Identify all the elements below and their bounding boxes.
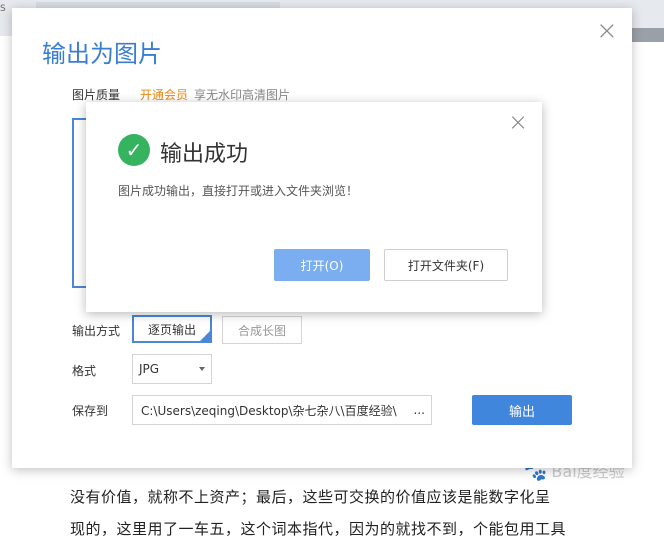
save-to-label: 保存到	[72, 404, 109, 418]
merge-long-image-option[interactable]: 合成长图	[222, 316, 302, 344]
close-icon[interactable]: ×	[596, 18, 618, 44]
output-method-label: 输出方式	[72, 324, 121, 338]
open-vip-link[interactable]: 开通会员	[140, 86, 188, 103]
document-text-line: 没有价值，就称不上资产；最后，这些可交换的价值应该是能数字化呈	[70, 488, 551, 506]
checkmark-icon: ✓	[201, 331, 209, 341]
dialog-title: 输出为图片	[42, 40, 162, 68]
image-quality-label: 图片质量	[72, 88, 121, 102]
success-title: 输出成功	[160, 142, 249, 167]
format-value: JPG	[139, 362, 160, 376]
toolbar-edge-text: S	[0, 4, 6, 14]
format-select[interactable]: JPG	[132, 354, 212, 384]
page-by-page-option[interactable]: 逐页输出 ✓	[132, 315, 212, 343]
vip-description: 享无水印高清图片	[194, 88, 291, 102]
merge-long-image-label: 合成长图	[237, 323, 286, 338]
document-right-bar	[632, 28, 664, 42]
page-by-page-label: 逐页输出	[147, 322, 196, 337]
save-path-text: C:\Users\zeqing\Desktop\杂七杂八\百度经验\	[141, 403, 397, 418]
open-button[interactable]: 打开(O)	[274, 249, 370, 281]
open-folder-button[interactable]: 打开文件夹(F)	[384, 249, 508, 281]
export-success-dialog: × ✓ 输出成功 图片成功输出，直接打开或进入文件夹浏览！ 打开(O) 打开文件…	[86, 102, 542, 312]
format-label: 格式	[72, 364, 97, 378]
browse-button[interactable]: ...	[414, 403, 425, 417]
export-button[interactable]: 输出	[472, 395, 572, 425]
save-path-field[interactable]: C:\Users\zeqing\Desktop\杂七杂八\百度经验\ ...	[132, 395, 432, 425]
chevron-down-icon	[199, 367, 205, 371]
success-message: 图片成功输出，直接打开或进入文件夹浏览！	[118, 184, 359, 198]
document-text-line: 现的，这里用了一车五，这个词本指代，因为的就找不到，个能包用工具	[70, 520, 567, 538]
close-icon[interactable]: ×	[508, 110, 528, 134]
success-check-icon: ✓	[118, 134, 150, 166]
